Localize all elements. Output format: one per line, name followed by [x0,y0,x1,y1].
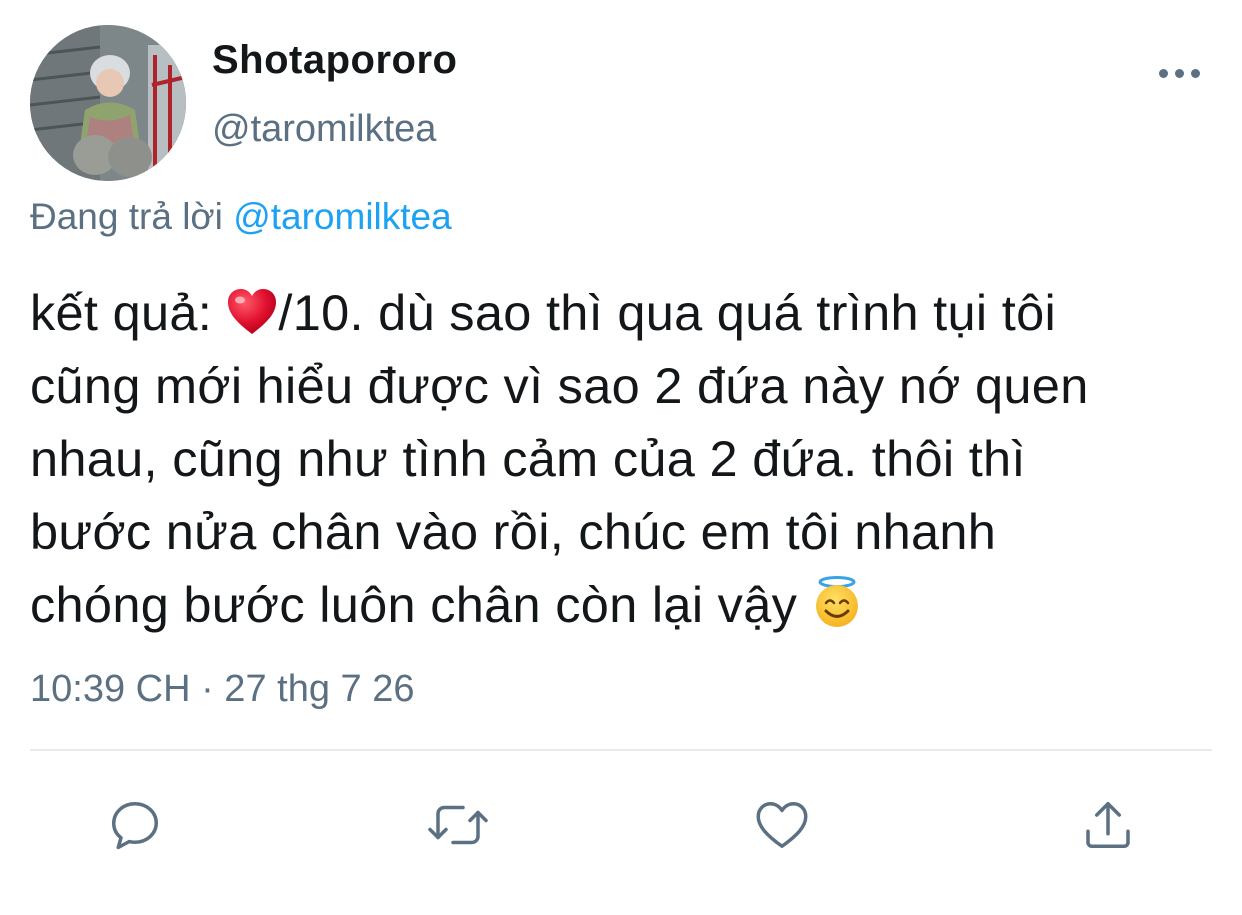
share-button[interactable] [1073,790,1143,860]
retweet-button[interactable] [423,790,493,860]
tweet-text-segment: kết quả: [30,284,227,341]
avatar[interactable] [30,25,186,181]
tweet-text-line: bước nửa chân vào rồi, chúc em tôi nhanh [30,503,997,560]
retweet-icon [428,805,488,845]
heart-icon [756,802,808,848]
tweet-timestamp[interactable]: 10:39 CH · 27 thg 7 26 [30,668,414,711]
reply-button[interactable] [100,790,170,860]
tweet-text: kết quả: /10. dù sao thì qua quá trình t… [30,276,1210,641]
replying-to-mention[interactable]: @taromilktea [233,196,452,237]
more-dot [1175,69,1184,78]
reply-icon [112,802,158,850]
tweet-text-segment: chóng bước luôn chân còn lại vậy [30,576,812,633]
replying-prefix: Đang trả lời [30,196,223,237]
tweet-text-line: chóng bước luôn chân còn lại vậy [30,568,1210,641]
more-options-button[interactable] [1150,55,1210,95]
more-dot [1191,69,1200,78]
avatar-image [30,25,186,181]
divider [30,749,1212,751]
red-heart-emoji [228,289,277,334]
tweet-text-segment: /10. dù sao thì qua quá trình tụi tôi [278,284,1056,341]
tweet-text-line: cũng mới hiểu được vì sao 2 đứa này nớ q… [30,357,1089,414]
smiling-face-with-halo-emoji [816,576,859,627]
user-handle[interactable]: @taromilktea [212,108,436,151]
tweet-text-line: nhau, cũng như tình cảm của 2 đứa. thôi … [30,430,1026,487]
share-icon [1086,802,1130,848]
display-name[interactable]: Shotapororo [212,38,457,83]
more-horizontal-icon [1159,69,1168,78]
tweet-text-line: kết quả: /10. dù sao thì qua quá trình t… [30,276,1210,349]
like-button[interactable] [747,790,817,860]
replying-to-line: Đang trả lời @taromilktea [30,196,452,238]
